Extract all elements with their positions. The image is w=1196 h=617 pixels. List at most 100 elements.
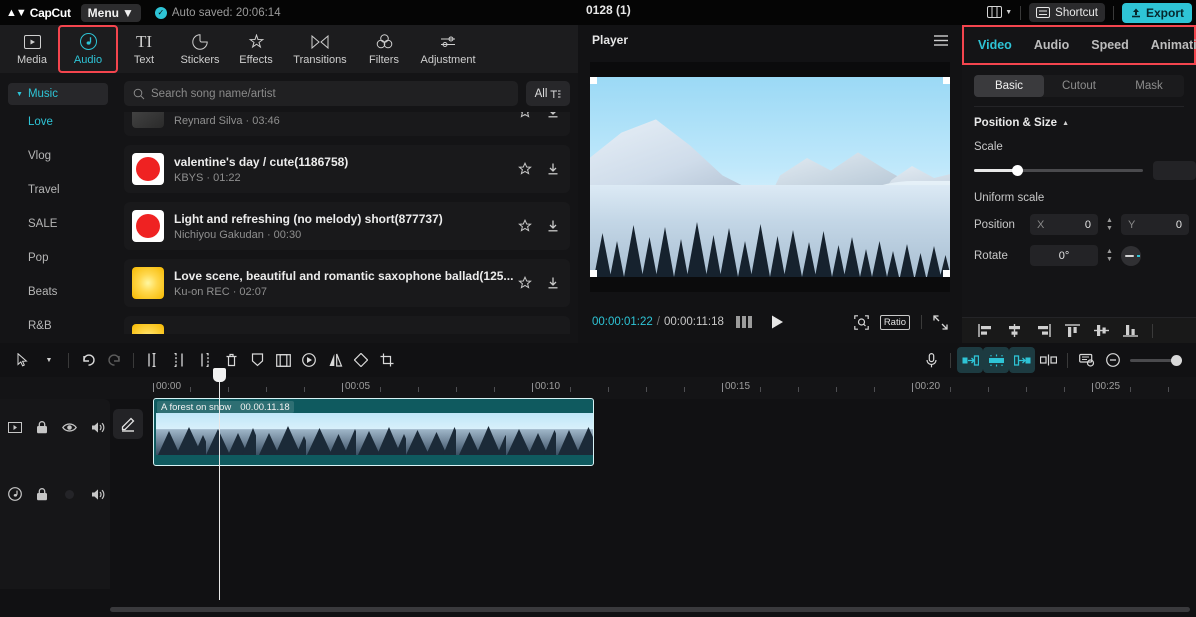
- rotate-input[interactable]: 0°: [1030, 245, 1098, 266]
- category-item-travel[interactable]: Travel: [0, 173, 116, 207]
- align-center-vertical-icon[interactable]: [1094, 324, 1109, 337]
- category-item-rnb[interactable]: R&B: [0, 309, 116, 343]
- align-right-icon[interactable]: [1036, 324, 1051, 337]
- adsorb-icon[interactable]: [1035, 347, 1061, 373]
- snap-right-icon[interactable]: [1009, 347, 1035, 373]
- slider-knob[interactable]: [1012, 165, 1023, 176]
- freeze-frame-icon[interactable]: [270, 347, 296, 373]
- volume-icon[interactable]: [91, 488, 106, 501]
- list-item[interactable]: Love scene, beautiful and romantic saxop…: [124, 259, 570, 307]
- playhead[interactable]: [219, 377, 220, 600]
- tab-stickers[interactable]: Stickers: [172, 27, 228, 71]
- rotate-icon[interactable]: [348, 347, 374, 373]
- snap-center-icon[interactable]: [983, 347, 1009, 373]
- sub-tab-basic[interactable]: Basic: [974, 75, 1044, 97]
- category-group-music[interactable]: ▼ Music: [8, 83, 108, 105]
- list-item[interactable]: valentine's day / cute(1186758) KBYS · 0…: [124, 145, 570, 193]
- microphone-icon[interactable]: [918, 347, 944, 373]
- category-item-pop[interactable]: Pop: [0, 241, 116, 275]
- download-icon[interactable]: [546, 112, 560, 119]
- list-item[interactable]: Light and refreshing (no melody) short(8…: [124, 202, 570, 250]
- resize-handle-tr[interactable]: [943, 77, 950, 84]
- ratio-button[interactable]: Ratio: [880, 315, 910, 330]
- layout-button[interactable]: ▼: [987, 6, 1012, 19]
- undo-icon[interactable]: [75, 347, 101, 373]
- tab-text[interactable]: TI Text: [116, 27, 172, 71]
- redo-icon[interactable]: [101, 347, 127, 373]
- tab-effects[interactable]: Effects: [228, 27, 284, 71]
- keyframe-view-icon[interactable]: [1074, 347, 1100, 373]
- list-item[interactable]: Happy moody jazz on a day when things go…: [124, 316, 570, 334]
- lock-icon[interactable]: [36, 488, 48, 501]
- sub-tab-cutout[interactable]: Cutout: [1044, 75, 1114, 97]
- category-item-beats[interactable]: Beats: [0, 275, 116, 309]
- resize-handle-tl[interactable]: [590, 77, 597, 84]
- timeline-ruler[interactable]: 00:00 00:05 00:10 00:15 00:20 00:25: [0, 377, 1196, 399]
- trim-left-icon[interactable]: [166, 347, 192, 373]
- position-x-stepper[interactable]: ▲▼: [1106, 217, 1113, 232]
- filter-button[interactable]: All: [526, 81, 570, 106]
- preview-stage[interactable]: [590, 62, 950, 292]
- timeline-horizontal-scrollbar[interactable]: [110, 607, 1190, 612]
- tab-animation[interactable]: Animati: [1151, 38, 1196, 52]
- volume-icon[interactable]: [91, 421, 106, 434]
- favorite-star-icon[interactable]: [518, 276, 532, 290]
- select-tool-icon[interactable]: [10, 347, 36, 373]
- playhead-handle[interactable]: [213, 368, 226, 382]
- song-list[interactable]: The Way I am... Reynard Silva · 03:46 va…: [124, 112, 570, 334]
- frames-icon[interactable]: [736, 316, 753, 328]
- favorite-star-icon[interactable]: [518, 112, 532, 119]
- section-position-size[interactable]: Position & Size ▲: [974, 117, 1196, 129]
- rotate-stepper[interactable]: ▲▼: [1106, 248, 1113, 263]
- align-left-icon[interactable]: [978, 324, 993, 337]
- play-button[interactable]: [771, 315, 784, 329]
- export-button[interactable]: Export: [1122, 3, 1192, 23]
- position-x-input[interactable]: X 0: [1030, 214, 1098, 235]
- scale-value-input[interactable]: [1153, 161, 1196, 180]
- category-item-love[interactable]: Love: [0, 105, 116, 139]
- position-y-input[interactable]: Y 0: [1121, 214, 1189, 235]
- download-icon[interactable]: [546, 219, 560, 233]
- snap-left-icon[interactable]: [957, 347, 983, 373]
- tab-video[interactable]: Video: [978, 38, 1012, 52]
- tab-audio[interactable]: Audio: [60, 27, 116, 71]
- edit-clip-button[interactable]: [113, 409, 143, 439]
- tab-audio[interactable]: Audio: [1034, 38, 1069, 52]
- timeline-zoom-slider[interactable]: [1130, 359, 1182, 362]
- align-top-icon[interactable]: [1065, 324, 1080, 337]
- list-item[interactable]: The Way I am... Reynard Silva · 03:46: [124, 112, 570, 136]
- download-icon[interactable]: [546, 276, 560, 290]
- tab-transitions[interactable]: Transitions: [284, 27, 356, 71]
- mirror-icon[interactable]: [322, 347, 348, 373]
- fullscreen-icon[interactable]: [933, 315, 948, 330]
- align-bottom-icon[interactable]: [1123, 324, 1138, 337]
- menu-button[interactable]: Menu ▼: [81, 4, 141, 22]
- eye-icon[interactable]: [62, 422, 77, 433]
- video-track-icon[interactable]: [8, 422, 22, 433]
- download-icon[interactable]: [546, 162, 560, 176]
- scale-slider[interactable]: [974, 169, 1143, 172]
- split-icon[interactable]: [140, 347, 166, 373]
- player-menu-icon[interactable]: [934, 35, 948, 46]
- tool-dropdown-icon[interactable]: ▼: [36, 347, 62, 373]
- favorite-star-icon[interactable]: [518, 219, 532, 233]
- align-center-horizontal-icon[interactable]: [1007, 324, 1022, 337]
- sub-tab-mask[interactable]: Mask: [1114, 75, 1184, 97]
- zoom-fit-icon[interactable]: [854, 315, 869, 330]
- tab-speed[interactable]: Speed: [1091, 38, 1129, 52]
- category-item-sale[interactable]: SALE: [0, 207, 116, 241]
- marker-icon[interactable]: [244, 347, 270, 373]
- crop-icon[interactable]: [374, 347, 400, 373]
- lock-icon[interactable]: [36, 421, 48, 434]
- search-input[interactable]: Search song name/artist: [124, 81, 518, 106]
- rotate-dial[interactable]: [1121, 246, 1141, 266]
- resize-handle-bl[interactable]: [590, 270, 597, 277]
- favorite-star-icon[interactable]: [518, 162, 532, 176]
- tab-filters[interactable]: Filters: [356, 27, 412, 71]
- shortcut-button[interactable]: Shortcut: [1029, 3, 1105, 22]
- category-item-vlog[interactable]: Vlog: [0, 139, 116, 173]
- zoom-out-icon[interactable]: [1100, 347, 1126, 373]
- tab-adjustment[interactable]: Adjustment: [412, 27, 484, 71]
- slider-knob[interactable]: [1171, 355, 1182, 366]
- audio-track-icon[interactable]: [8, 487, 22, 501]
